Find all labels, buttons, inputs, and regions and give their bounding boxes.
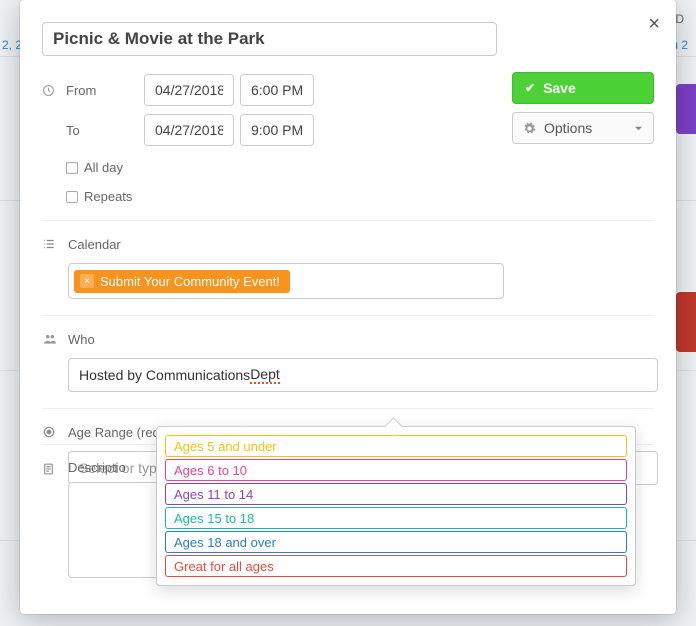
age-option[interactable]: Great for all ages <box>165 555 627 577</box>
list-icon <box>42 235 60 253</box>
who-mispelled: Dept <box>250 366 280 384</box>
age-range-dropdown: Ages 5 and under Ages 6 to 10 Ages 11 to… <box>156 426 636 586</box>
age-option[interactable]: Ages 5 and under <box>165 435 627 457</box>
calendar-tag-label: Submit Your Community Event! <box>100 274 280 289</box>
to-date-input[interactable] <box>144 114 234 146</box>
from-label: From <box>66 83 144 98</box>
event-modal: × From To ✔ Save Options <box>20 0 676 614</box>
calendar-label: Calendar <box>68 237 121 252</box>
save-button[interactable]: ✔ Save <box>512 72 654 104</box>
from-date-input[interactable] <box>144 74 234 106</box>
people-icon <box>42 330 60 348</box>
caret-down-icon <box>634 124 643 133</box>
who-label: Who <box>68 332 95 347</box>
repeats-label: Repeats <box>84 189 132 204</box>
age-option[interactable]: Ages 6 to 10 <box>165 459 627 481</box>
event-title-input[interactable] <box>42 22 497 56</box>
close-icon[interactable]: × <box>648 14 660 34</box>
to-time-input[interactable] <box>240 114 314 146</box>
check-icon: ✔ <box>525 81 535 95</box>
who-text: Hosted by Communications <box>79 367 250 383</box>
save-button-label: Save <box>543 80 576 96</box>
age-option[interactable]: Ages 15 to 18 <box>165 507 627 529</box>
age-option[interactable]: Ages 11 to 14 <box>165 483 627 505</box>
repeats-checkbox[interactable] <box>66 191 78 203</box>
allday-label: All day <box>84 160 123 175</box>
tag-remove-icon[interactable]: × <box>80 274 94 288</box>
allday-checkbox[interactable] <box>66 162 78 174</box>
calendar-field[interactable]: × Submit Your Community Event! <box>68 263 504 299</box>
gear-icon <box>523 122 536 135</box>
target-icon <box>42 423 60 441</box>
clock-icon <box>42 84 66 97</box>
who-input[interactable]: Hosted by Communications Dept <box>68 358 658 392</box>
from-time-input[interactable] <box>240 74 314 106</box>
to-label: To <box>66 123 144 138</box>
options-button[interactable]: Options <box>512 112 654 144</box>
description-label: Descriptio <box>68 460 126 475</box>
age-option[interactable]: Ages 18 and over <box>165 531 627 553</box>
document-icon <box>42 460 60 478</box>
calendar-tag: × Submit Your Community Event! <box>74 270 290 293</box>
options-button-label: Options <box>544 120 592 136</box>
